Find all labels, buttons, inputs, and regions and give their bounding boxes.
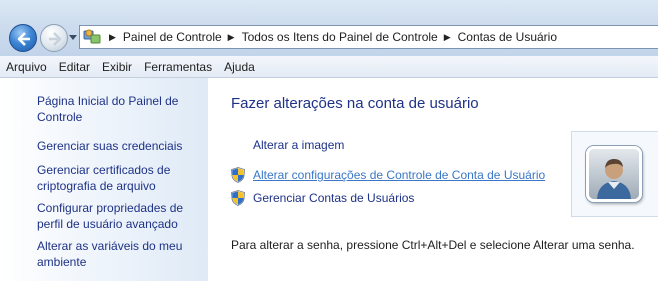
breadcrumb-separator-icon[interactable]: ▶	[444, 32, 451, 43]
change-picture-link[interactable]: Alterar a imagem	[253, 138, 344, 152]
user-avatar-icon[interactable]	[586, 146, 642, 202]
address-bar[interactable]: ▶ Painel de Controle ▶ Todos os Itens do…	[79, 25, 658, 49]
back-button[interactable]	[9, 24, 37, 52]
menu-ajuda[interactable]: Ajuda	[218, 60, 261, 74]
sidebar-item-environment-variables[interactable]: Alterar as variáveis do meu ambiente	[37, 238, 197, 270]
page-title: Fazer alterações na conta de usuário	[231, 95, 479, 112]
uac-settings-link[interactable]: Alterar configurações de Controle de Con…	[253, 168, 545, 182]
menu-exibir[interactable]: Exibir	[96, 60, 138, 74]
control-panel-icon	[83, 28, 103, 46]
breadcrumb-separator-icon: ▶	[109, 31, 116, 42]
sidebar-item-profile-properties[interactable]: Configurar propriedades de perfil de usu…	[37, 200, 197, 232]
menu-ferramentas[interactable]: Ferramentas	[138, 60, 218, 74]
sidebar-item-certificates[interactable]: Gerenciar certificados de criptografia d…	[37, 162, 197, 194]
menu-bar: Arquivo Editar Exibir Ferramentas Ajuda	[0, 56, 658, 78]
breadcrumb-separator-icon[interactable]: ▶	[228, 32, 235, 43]
avatar-tile	[571, 131, 658, 217]
password-instructions: Para alterar a senha, pressione Ctrl+Alt…	[231, 238, 635, 252]
menu-editar[interactable]: Editar	[53, 60, 96, 74]
menu-arquivo[interactable]: Arquivo	[0, 60, 53, 74]
arrow-right-icon	[49, 32, 62, 46]
breadcrumb-todos-os-itens[interactable]: Todos os Itens do Painel de Controle	[242, 30, 438, 44]
sidebar-item-credentials[interactable]: Gerenciar suas credenciais	[37, 138, 197, 154]
arrow-left-icon	[17, 32, 30, 46]
sidebar-item-home[interactable]: Página Inicial do Painel de Controle	[37, 93, 197, 125]
navigation-bar: ▶ Painel de Controle ▶ Todos os Itens do…	[0, 0, 658, 56]
breadcrumb-painel-de-controle[interactable]: Painel de Controle	[123, 30, 222, 44]
uac-shield-icon	[231, 190, 245, 206]
manage-user-accounts-link[interactable]: Gerenciar Contas de Usuários	[253, 191, 414, 205]
uac-shield-icon	[231, 167, 245, 183]
forward-button[interactable]	[40, 24, 68, 52]
breadcrumb-contas-de-usuario[interactable]: Contas de Usuário	[458, 30, 557, 44]
history-dropdown-icon[interactable]	[69, 35, 77, 40]
